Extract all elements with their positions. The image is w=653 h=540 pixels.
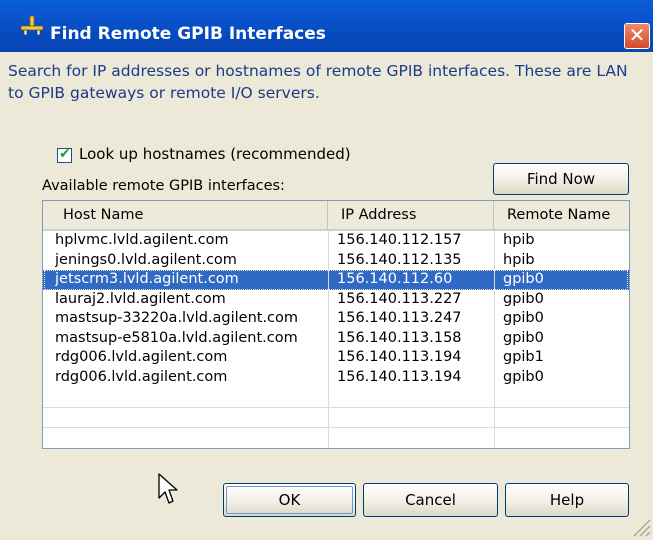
table-row[interactable]: hplvmc.lvld.agilent.com 156.140.112.157 … <box>43 231 629 251</box>
column-header-remote-name[interactable]: Remote Name <box>494 201 629 231</box>
host-name-cell: lauraj2.lvld.agilent.com <box>55 290 226 307</box>
row-divider <box>43 407 629 408</box>
interfaces-list[interactable]: Host Name IP Address Remote Name hplvmc.… <box>42 200 630 449</box>
mouse-pointer-icon <box>158 473 178 504</box>
host-name-cell: mastsup-33220a.lvld.agilent.com <box>55 310 299 326</box>
table-row[interactable]: lauraj2.lvld.agilent.com 156.140.113.227… <box>43 290 629 310</box>
host-name-cell: rdg006.lvld.agilent.com <box>55 349 228 365</box>
ip-address-cell: 156.140.112.135 <box>337 251 462 268</box>
table-row-selected[interactable]: jetscrm3.lvld.agilent.com 156.140.112.60… <box>43 270 629 290</box>
remote-name-cell: gpib1 <box>503 349 544 365</box>
title-bar[interactable]: Find Remote GPIB Interfaces ✕ <box>0 0 653 52</box>
default-button-focus-ring <box>226 486 353 514</box>
remote-name-cell: gpib0 <box>503 310 544 326</box>
close-icon: ✕ <box>628 23 646 47</box>
checkmark-icon: ✔ <box>59 146 71 162</box>
host-name-cell: rdg006.lvld.agilent.com <box>55 368 228 385</box>
row-divider <box>43 427 629 428</box>
remote-name-cell: hpib <box>503 251 535 268</box>
lookup-hostnames-checkbox[interactable]: ✔ <box>57 146 72 163</box>
available-interfaces-label: Available remote GPIB interfaces: <box>42 178 285 194</box>
ip-address-cell: 156.140.112.60 <box>337 271 453 287</box>
table-row[interactable]: mastsup-e5810a.lvld.agilent.com 156.140.… <box>43 329 629 349</box>
help-button[interactable]: Help <box>505 483 629 517</box>
table-rows: hplvmc.lvld.agilent.com 156.140.112.157 … <box>43 231 629 387</box>
ip-address-cell: 156.140.112.157 <box>337 232 462 248</box>
remote-name-cell: gpib0 <box>503 329 544 346</box>
window-title: Find Remote GPIB Interfaces <box>50 24 326 44</box>
ip-address-cell: 156.140.113.158 <box>337 329 462 346</box>
find-remote-gpib-dialog: Find Remote GPIB Interfaces ✕ Search for… <box>0 0 653 540</box>
host-name-cell: jetscrm3.lvld.agilent.com <box>55 271 239 287</box>
lookup-hostnames-label[interactable]: Look up hostnames (recommended) <box>79 145 351 163</box>
host-name-cell: hplvmc.lvld.agilent.com <box>55 232 229 248</box>
host-name-cell: jenings0.lvld.agilent.com <box>55 251 237 268</box>
table-row[interactable]: jenings0.lvld.agilent.com 156.140.112.13… <box>43 251 629 271</box>
remote-name-cell: gpib0 <box>503 271 544 287</box>
table-row[interactable]: rdg006.lvld.agilent.com 156.140.113.194 … <box>43 368 629 388</box>
column-header-host-name[interactable]: Host Name <box>43 201 328 231</box>
ip-address-cell: 156.140.113.194 <box>337 368 462 385</box>
close-button[interactable]: ✕ <box>624 23 650 49</box>
ip-address-cell: 156.140.113.247 <box>337 310 462 326</box>
ip-address-cell: 156.140.113.227 <box>337 290 462 307</box>
cancel-button[interactable]: Cancel <box>363 483 498 517</box>
description-text: Search for IP addresses or hostnames of … <box>8 62 628 102</box>
resize-grip-icon[interactable] <box>626 512 652 538</box>
column-divider <box>494 231 495 448</box>
remote-name-cell: hpib <box>503 232 535 248</box>
column-divider <box>328 231 329 448</box>
host-name-cell: mastsup-e5810a.lvld.agilent.com <box>55 329 298 346</box>
remote-name-cell: gpib0 <box>503 368 544 385</box>
lan-gpib-connector-icon <box>20 15 44 36</box>
ok-button[interactable]: OK <box>223 483 356 517</box>
table-row[interactable]: mastsup-33220a.lvld.agilent.com 156.140.… <box>43 309 629 329</box>
remote-name-cell: gpib0 <box>503 290 544 307</box>
find-now-button[interactable]: Find Now <box>493 163 629 195</box>
column-header-ip-address[interactable]: IP Address <box>328 201 494 231</box>
ip-address-cell: 156.140.113.194 <box>337 349 462 365</box>
table-row[interactable]: rdg006.lvld.agilent.com 156.140.113.194 … <box>43 348 629 368</box>
